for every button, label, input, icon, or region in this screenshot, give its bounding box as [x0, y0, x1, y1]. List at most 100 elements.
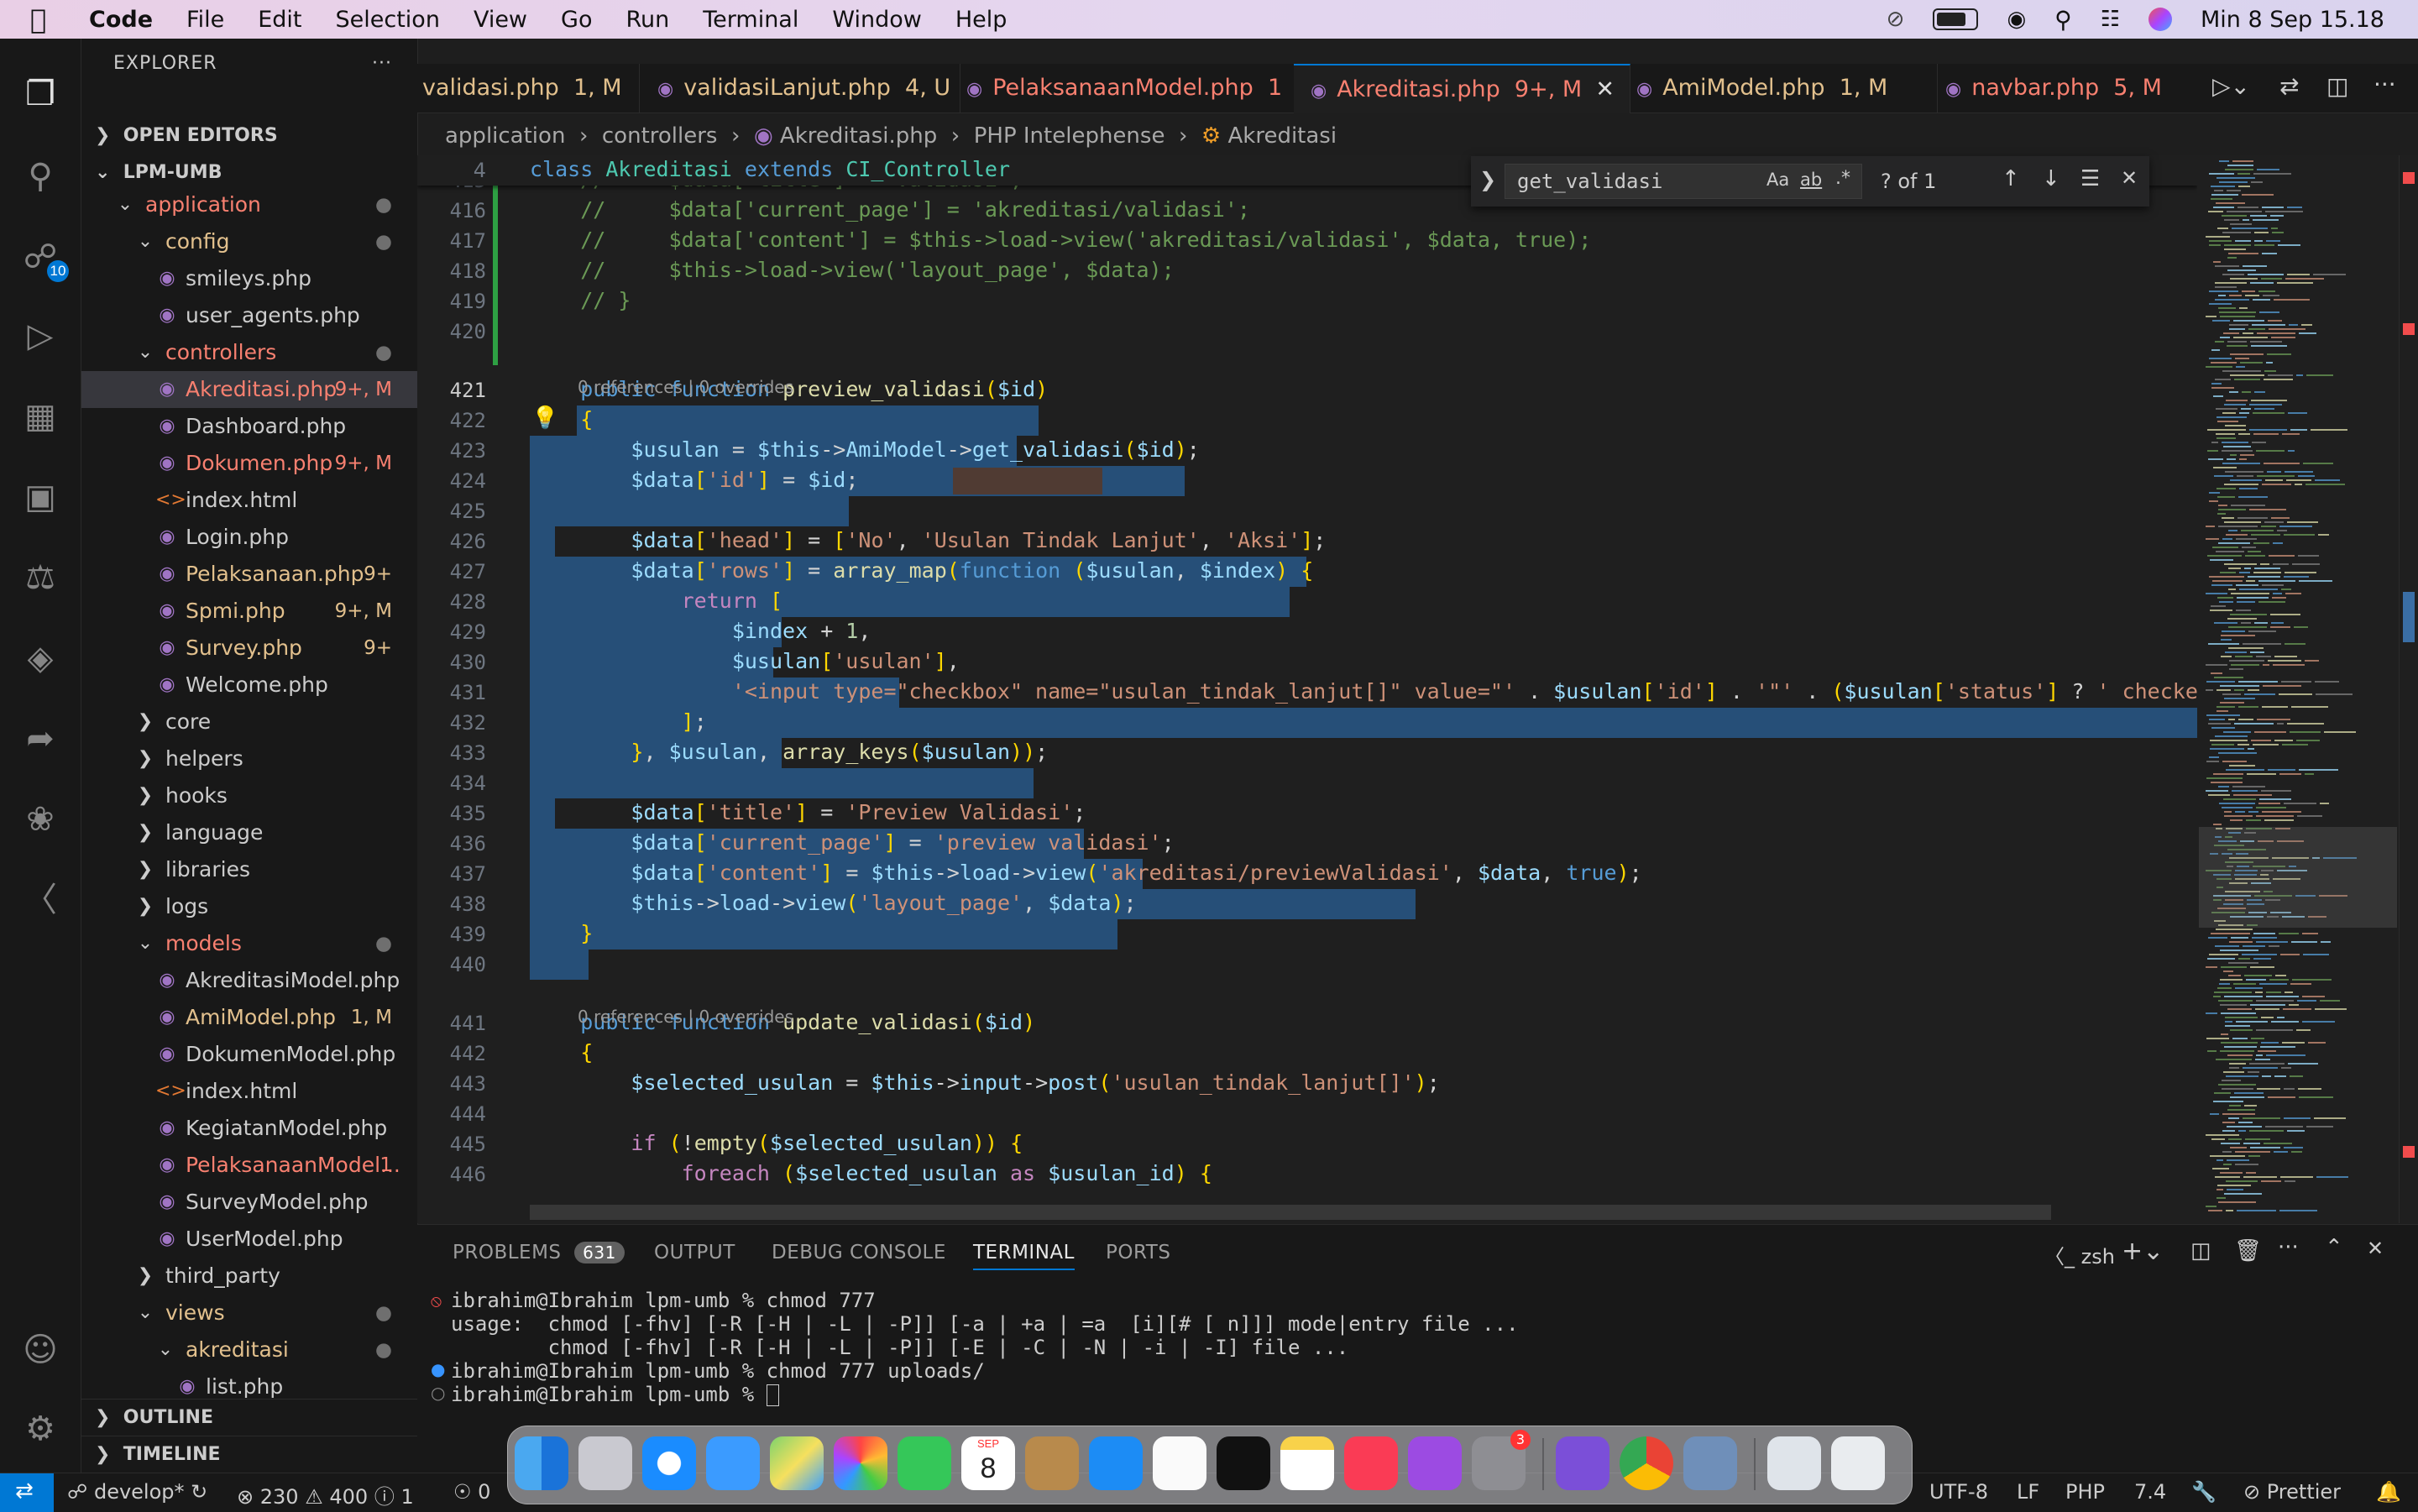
- battery-icon[interactable]: [1933, 8, 1979, 30]
- breadcrumb-language-server[interactable]: PHP Intelephense: [974, 123, 1165, 149]
- remote-explorer-icon[interactable]: ▣: [20, 477, 60, 517]
- reminders-icon[interactable]: [1153, 1436, 1206, 1490]
- spotlight-search-icon[interactable]: ⚲: [2054, 6, 2072, 34]
- minimap[interactable]: [2197, 155, 2399, 1223]
- tree-item[interactable]: ◉ smileys.php: [81, 260, 417, 297]
- tree-item[interactable]: ◉ Spmi.php 9+, M: [81, 593, 417, 630]
- tree-item[interactable]: ◉ AmiModel.php 1, M: [81, 999, 417, 1036]
- tree-item[interactable]: ❯ logs: [81, 888, 417, 925]
- tree-item[interactable]: ❯ core: [81, 704, 417, 740]
- explorer-files-icon[interactable]: ❐: [20, 74, 60, 114]
- php-version-item[interactable]: 7.4: [2134, 1480, 2166, 1504]
- breadcrumb-class[interactable]: Akreditasi: [1228, 123, 1337, 149]
- tree-item[interactable]: ⌄ views ●: [81, 1295, 417, 1332]
- panel-tab-terminal[interactable]: TERMINAL: [973, 1242, 1075, 1270]
- extensions-icon[interactable]: ▦: [20, 396, 60, 437]
- run-debug-icon[interactable]: ▷: [20, 316, 60, 356]
- tree-item[interactable]: ◉ Dashboard.php: [81, 408, 417, 445]
- menu-window[interactable]: Window: [832, 7, 921, 33]
- menubar-clock[interactable]: Min 8 Sep 15.18: [2201, 7, 2384, 33]
- compare-changes-icon[interactable]: ⇄: [2279, 72, 2299, 100]
- eol-item[interactable]: LF: [2017, 1480, 2039, 1504]
- wifi-icon[interactable]: ◉: [2007, 7, 2026, 32]
- more-actions-icon[interactable]: ···: [2374, 71, 2396, 98]
- testing-flask-icon[interactable]: ⚖: [20, 557, 60, 598]
- account-icon[interactable]: ☺: [20, 1330, 60, 1370]
- codelens-references[interactable]: 0 references | 0 overrides: [578, 1007, 793, 1027]
- timeline-section[interactable]: ❯ TIMELINE: [81, 1436, 417, 1473]
- notes-icon[interactable]: [1280, 1436, 1334, 1490]
- tree-item[interactable]: ◉ Dokumen.php 9+, M: [81, 445, 417, 482]
- split-editor-icon[interactable]: ◫: [2326, 72, 2348, 100]
- next-match-icon[interactable]: ↓: [2042, 166, 2060, 191]
- tab-navbar[interactable]: ◉ navbar.php 5, M: [1929, 64, 2197, 112]
- app-store-icon[interactable]: [1089, 1436, 1143, 1490]
- tree-item[interactable]: ❯ language: [81, 814, 417, 851]
- match-case-button[interactable]: Aa: [1766, 170, 1789, 190]
- language-mode-item[interactable]: PHP: [2065, 1480, 2105, 1504]
- menu-go[interactable]: Go: [561, 7, 592, 33]
- breadcrumb-file[interactable]: Akreditasi.php: [780, 123, 937, 149]
- siri-icon[interactable]: [2148, 8, 2172, 31]
- tree-item[interactable]: ◉ Survey.php 9+: [81, 630, 417, 667]
- branch-item[interactable]: ☍ develop* ↻: [67, 1480, 207, 1504]
- tree-item[interactable]: ◉ KegiatanModel.php: [81, 1110, 417, 1147]
- tree-item[interactable]: <> index.html: [81, 482, 417, 519]
- tree-item[interactable]: ◉ Pelaksanaan.php 9+: [81, 556, 417, 593]
- panel-more-icon[interactable]: ···: [2278, 1235, 2299, 1260]
- tree-item[interactable]: <> index.html: [81, 1073, 417, 1110]
- remote-indicator[interactable]: ⇄: [0, 1473, 54, 1512]
- close-panel-icon[interactable]: ✕: [2367, 1237, 2384, 1260]
- toggle-replace-chevron-icon[interactable]: ❯: [1479, 168, 1496, 191]
- tree-item[interactable]: ⌄ config ●: [81, 223, 417, 260]
- new-terminal-icon[interactable]: +⌄: [2122, 1237, 2164, 1266]
- tree-item[interactable]: ❯ hooks: [81, 777, 417, 814]
- prettier-item[interactable]: ⊘ Prettier: [2243, 1480, 2341, 1504]
- wrench-icon[interactable]: 🔧: [2191, 1480, 2216, 1504]
- panel-tab-debug-console[interactable]: DEBUG CONSOLE: [772, 1242, 946, 1263]
- tree-item[interactable]: ◉ AkreditasiModel.php: [81, 962, 417, 999]
- split-terminal-icon[interactable]: ◫: [2190, 1238, 2211, 1263]
- menu-run[interactable]: Run: [625, 7, 669, 33]
- breadcrumb-application[interactable]: application: [445, 123, 565, 149]
- photos-icon[interactable]: [834, 1436, 887, 1490]
- apple-tv-icon[interactable]: [1217, 1436, 1270, 1490]
- tab-pelaksanaanmodel[interactable]: ◉ PelaksanaanModel.php 1: [950, 64, 1303, 112]
- previous-match-icon[interactable]: ↑: [2002, 166, 2020, 191]
- search-icon[interactable]: ⚲: [20, 156, 60, 196]
- tree-item[interactable]: ◉ PelaksanaanModel... 1: [81, 1147, 417, 1184]
- tab-validasilanjut[interactable]: ◉ validasiLanjut.php 4, U: [641, 64, 960, 112]
- tree-item[interactable]: ⌄ controllers ●: [81, 334, 417, 371]
- maps-icon[interactable]: [770, 1436, 824, 1490]
- tree-item[interactable]: ⌄ application ●: [81, 186, 417, 223]
- control-center-icon[interactable]: ☷: [2101, 7, 2120, 32]
- outline-section[interactable]: ❯ OUTLINE: [81, 1399, 417, 1436]
- podcasts-icon[interactable]: [1408, 1436, 1462, 1490]
- tab-amimodel[interactable]: ◉ AmiModel.php 1, M: [1620, 64, 1938, 112]
- code-editor[interactable]: 415 // $data['title'] = 'Validasi';416 /…: [417, 155, 2197, 1223]
- close-find-icon[interactable]: ✕: [2121, 166, 2138, 190]
- menu-help[interactable]: Help: [955, 7, 1008, 33]
- mic-off-icon[interactable]: ⊘: [1887, 7, 1905, 32]
- menu-app-name[interactable]: Code: [89, 7, 153, 33]
- problems-item[interactable]: ⊗ 230 ⚠ 400 ⓘ 1: [237, 1480, 414, 1509]
- notifications-bell-icon[interactable]: 🔔: [2376, 1480, 2401, 1504]
- whole-word-button[interactable]: ab: [1800, 170, 1822, 190]
- kill-terminal-trash-icon[interactable]: 🗑: [2234, 1238, 2262, 1263]
- downloads-folder-icon[interactable]: [1767, 1436, 1821, 1490]
- tree-item[interactable]: ◉ SurveyModel.php: [81, 1184, 417, 1221]
- trash-icon[interactable]: [1831, 1436, 1885, 1490]
- encoding-item[interactable]: UTF-8: [1929, 1480, 1988, 1504]
- menu-edit[interactable]: Edit: [258, 7, 301, 33]
- regex-button[interactable]: .*: [1835, 168, 1850, 189]
- mail-icon[interactable]: [706, 1436, 760, 1490]
- tree-item[interactable]: ◉ DokumenModel.php: [81, 1036, 417, 1073]
- live-share-icon[interactable]: ➦: [20, 719, 60, 759]
- open-editors-section[interactable]: ❯ OPEN EDITORS: [81, 118, 278, 154]
- tab-akreditasi[interactable]: ◉ Akreditasi.php 9+, M ✕: [1294, 64, 1630, 113]
- menu-view[interactable]: View: [474, 7, 527, 33]
- tree-item[interactable]: ◉ Login.php: [81, 519, 417, 556]
- tree-item[interactable]: ⌄ akreditasi ●: [81, 1332, 417, 1368]
- safari-icon[interactable]: [642, 1436, 696, 1490]
- breadcrumb-controllers[interactable]: controllers: [602, 123, 718, 149]
